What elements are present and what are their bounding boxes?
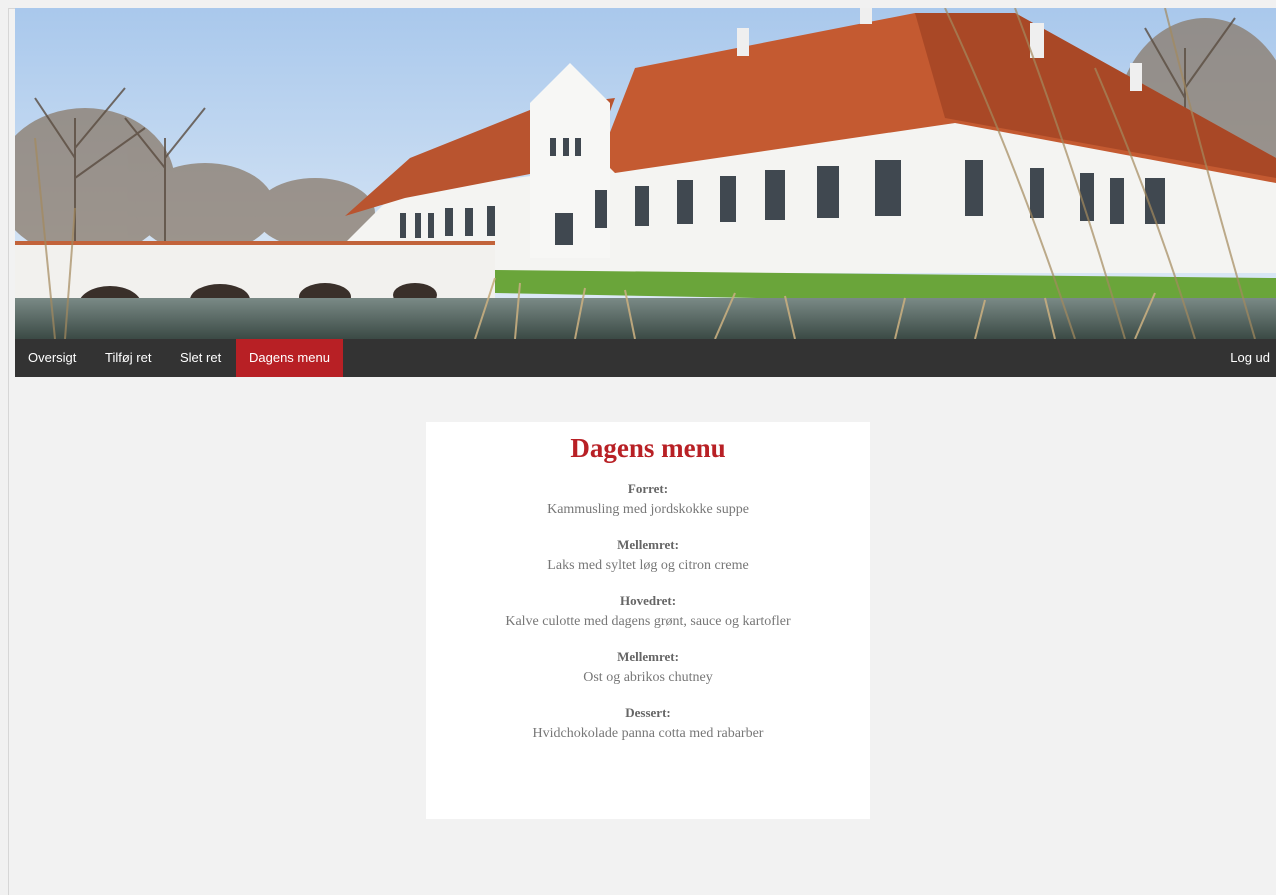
course-dish: Laks med syltet løg og citron creme bbox=[547, 558, 749, 573]
menu-course: Mellemret: Ost og abrikos chutney bbox=[426, 646, 870, 688]
nav-item-tilfoej-ret[interactable]: Tilføj ret bbox=[92, 339, 164, 377]
course-label: Mellemret: bbox=[617, 649, 679, 664]
course-dish: Ost og abrikos chutney bbox=[583, 670, 713, 685]
menu-course: Dessert: Hvidchokolade panna cotta med r… bbox=[426, 702, 870, 744]
nav-item-oversigt[interactable]: Oversigt bbox=[15, 339, 89, 377]
menu-course: Hovedret: Kalve culotte med dagens grønt… bbox=[426, 590, 870, 632]
course-dish: Kammusling med jordskokke suppe bbox=[547, 502, 749, 517]
header-banner-image bbox=[15, 8, 1276, 339]
menu-course: Mellemret: Laks med syltet løg og citron… bbox=[426, 534, 870, 576]
nav-item-dagens-menu[interactable]: Dagens menu bbox=[236, 339, 343, 377]
course-label: Forret: bbox=[627, 481, 669, 496]
course-label: Dessert: bbox=[625, 705, 671, 720]
daily-menu-card: Dagens menu Forret: Kammusling med jords… bbox=[426, 422, 870, 819]
manor-house-photo bbox=[15, 8, 1276, 339]
course-label: Mellemret: bbox=[617, 537, 679, 552]
menu-course: Forret: Kammusling med jordskokke suppe bbox=[426, 478, 870, 520]
course-dish: Hvidchokolade panna cotta med rabarber bbox=[532, 726, 764, 741]
course-dish: Kalve culotte med dagens grønt, sauce og… bbox=[505, 614, 791, 629]
main-navigation: Oversigt Tilføj ret Slet ret Dagens menu… bbox=[15, 339, 1276, 377]
page-title: Dagens menu bbox=[570, 433, 726, 463]
nav-item-slet-ret[interactable]: Slet ret bbox=[167, 339, 234, 377]
logout-link[interactable]: Log ud bbox=[1217, 339, 1276, 377]
course-label: Hovedret: bbox=[619, 593, 677, 608]
